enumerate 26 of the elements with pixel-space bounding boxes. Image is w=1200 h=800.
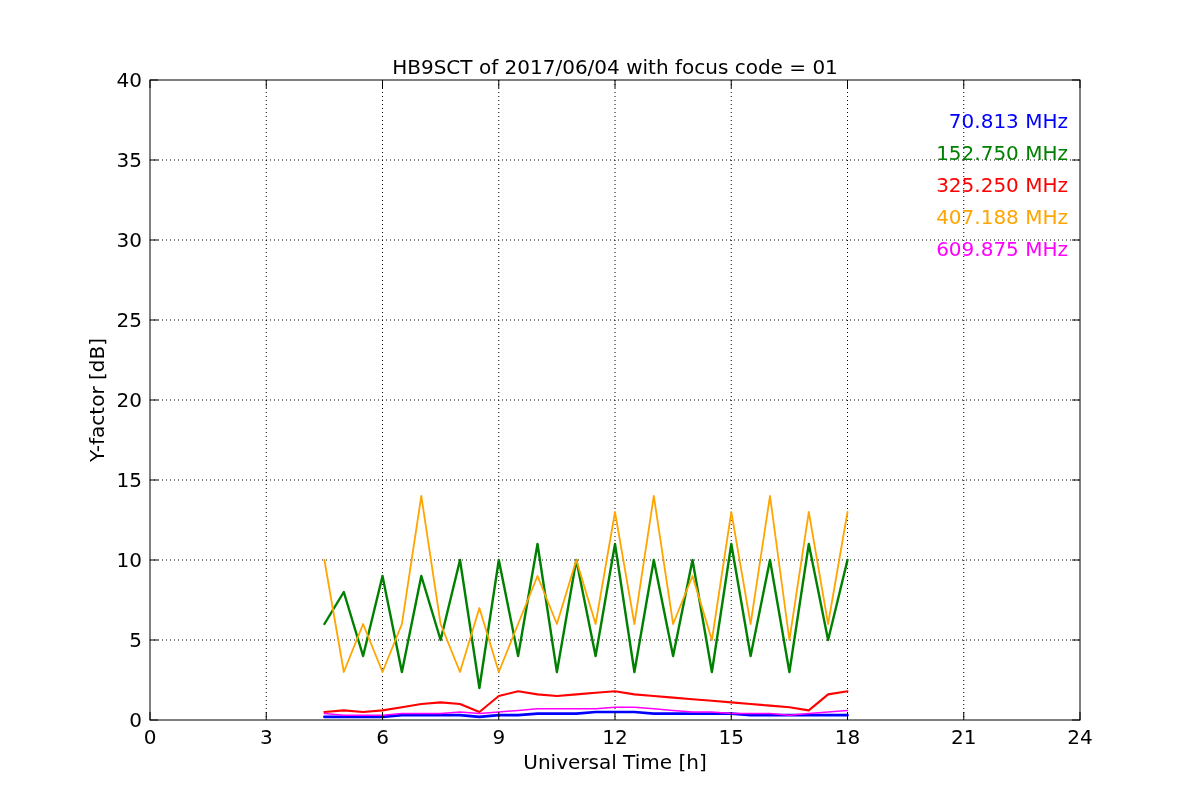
- axis-label: Y-factor [dB]: [85, 338, 109, 462]
- tick-label: 9: [492, 725, 506, 749]
- tick-label: 18: [834, 725, 861, 749]
- tick-label: 35: [116, 148, 142, 172]
- tick-label: 20: [116, 388, 142, 412]
- tick-label: 40: [116, 68, 142, 92]
- tick-label: 0: [129, 708, 142, 732]
- legend-label: 70.813 MHz: [948, 109, 1068, 133]
- tick-label: 24: [1067, 725, 1093, 749]
- tick-label: 15: [718, 725, 744, 749]
- tick-label: 25: [116, 308, 142, 332]
- tick-label: 15: [116, 468, 142, 492]
- legend-label: 407.188 MHz: [936, 205, 1068, 229]
- tick-label: 12: [602, 725, 628, 749]
- axis-label: Universal Time [h]: [523, 750, 707, 774]
- tick-label: 0: [143, 725, 157, 749]
- tick-label: 3: [259, 725, 273, 749]
- tick-label: 21: [951, 725, 977, 749]
- legend-label: 325.250 MHz: [936, 173, 1068, 197]
- tick-label: 30: [116, 228, 142, 252]
- legend-label: 609.875 MHz: [936, 237, 1068, 261]
- tick-label: 5: [129, 628, 142, 652]
- legend-label: 152.750 MHz: [936, 141, 1068, 165]
- tick-label: 6: [376, 725, 389, 749]
- chart-title: HB9SCT of 2017/06/04 with focus code = 01: [392, 55, 838, 79]
- tick-label: 10: [116, 548, 142, 572]
